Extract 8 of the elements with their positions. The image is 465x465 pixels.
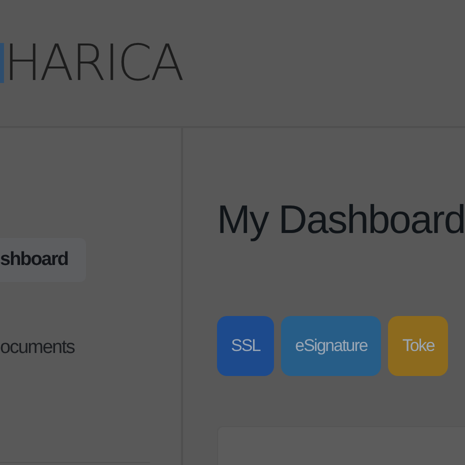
- logo-mark-icon: [0, 43, 4, 83]
- sidebar-item[interactable]: ocuments: [0, 326, 86, 370]
- sidebar-item[interactable]: shboard: [0, 238, 86, 282]
- logo-text: HARICA: [4, 38, 182, 88]
- category-button[interactable]: eSignature: [281, 316, 382, 376]
- category-button[interactable]: Toke: [388, 316, 448, 376]
- category-button[interactable]: SSL: [217, 316, 274, 376]
- page-title: My Dashboard: [217, 200, 465, 240]
